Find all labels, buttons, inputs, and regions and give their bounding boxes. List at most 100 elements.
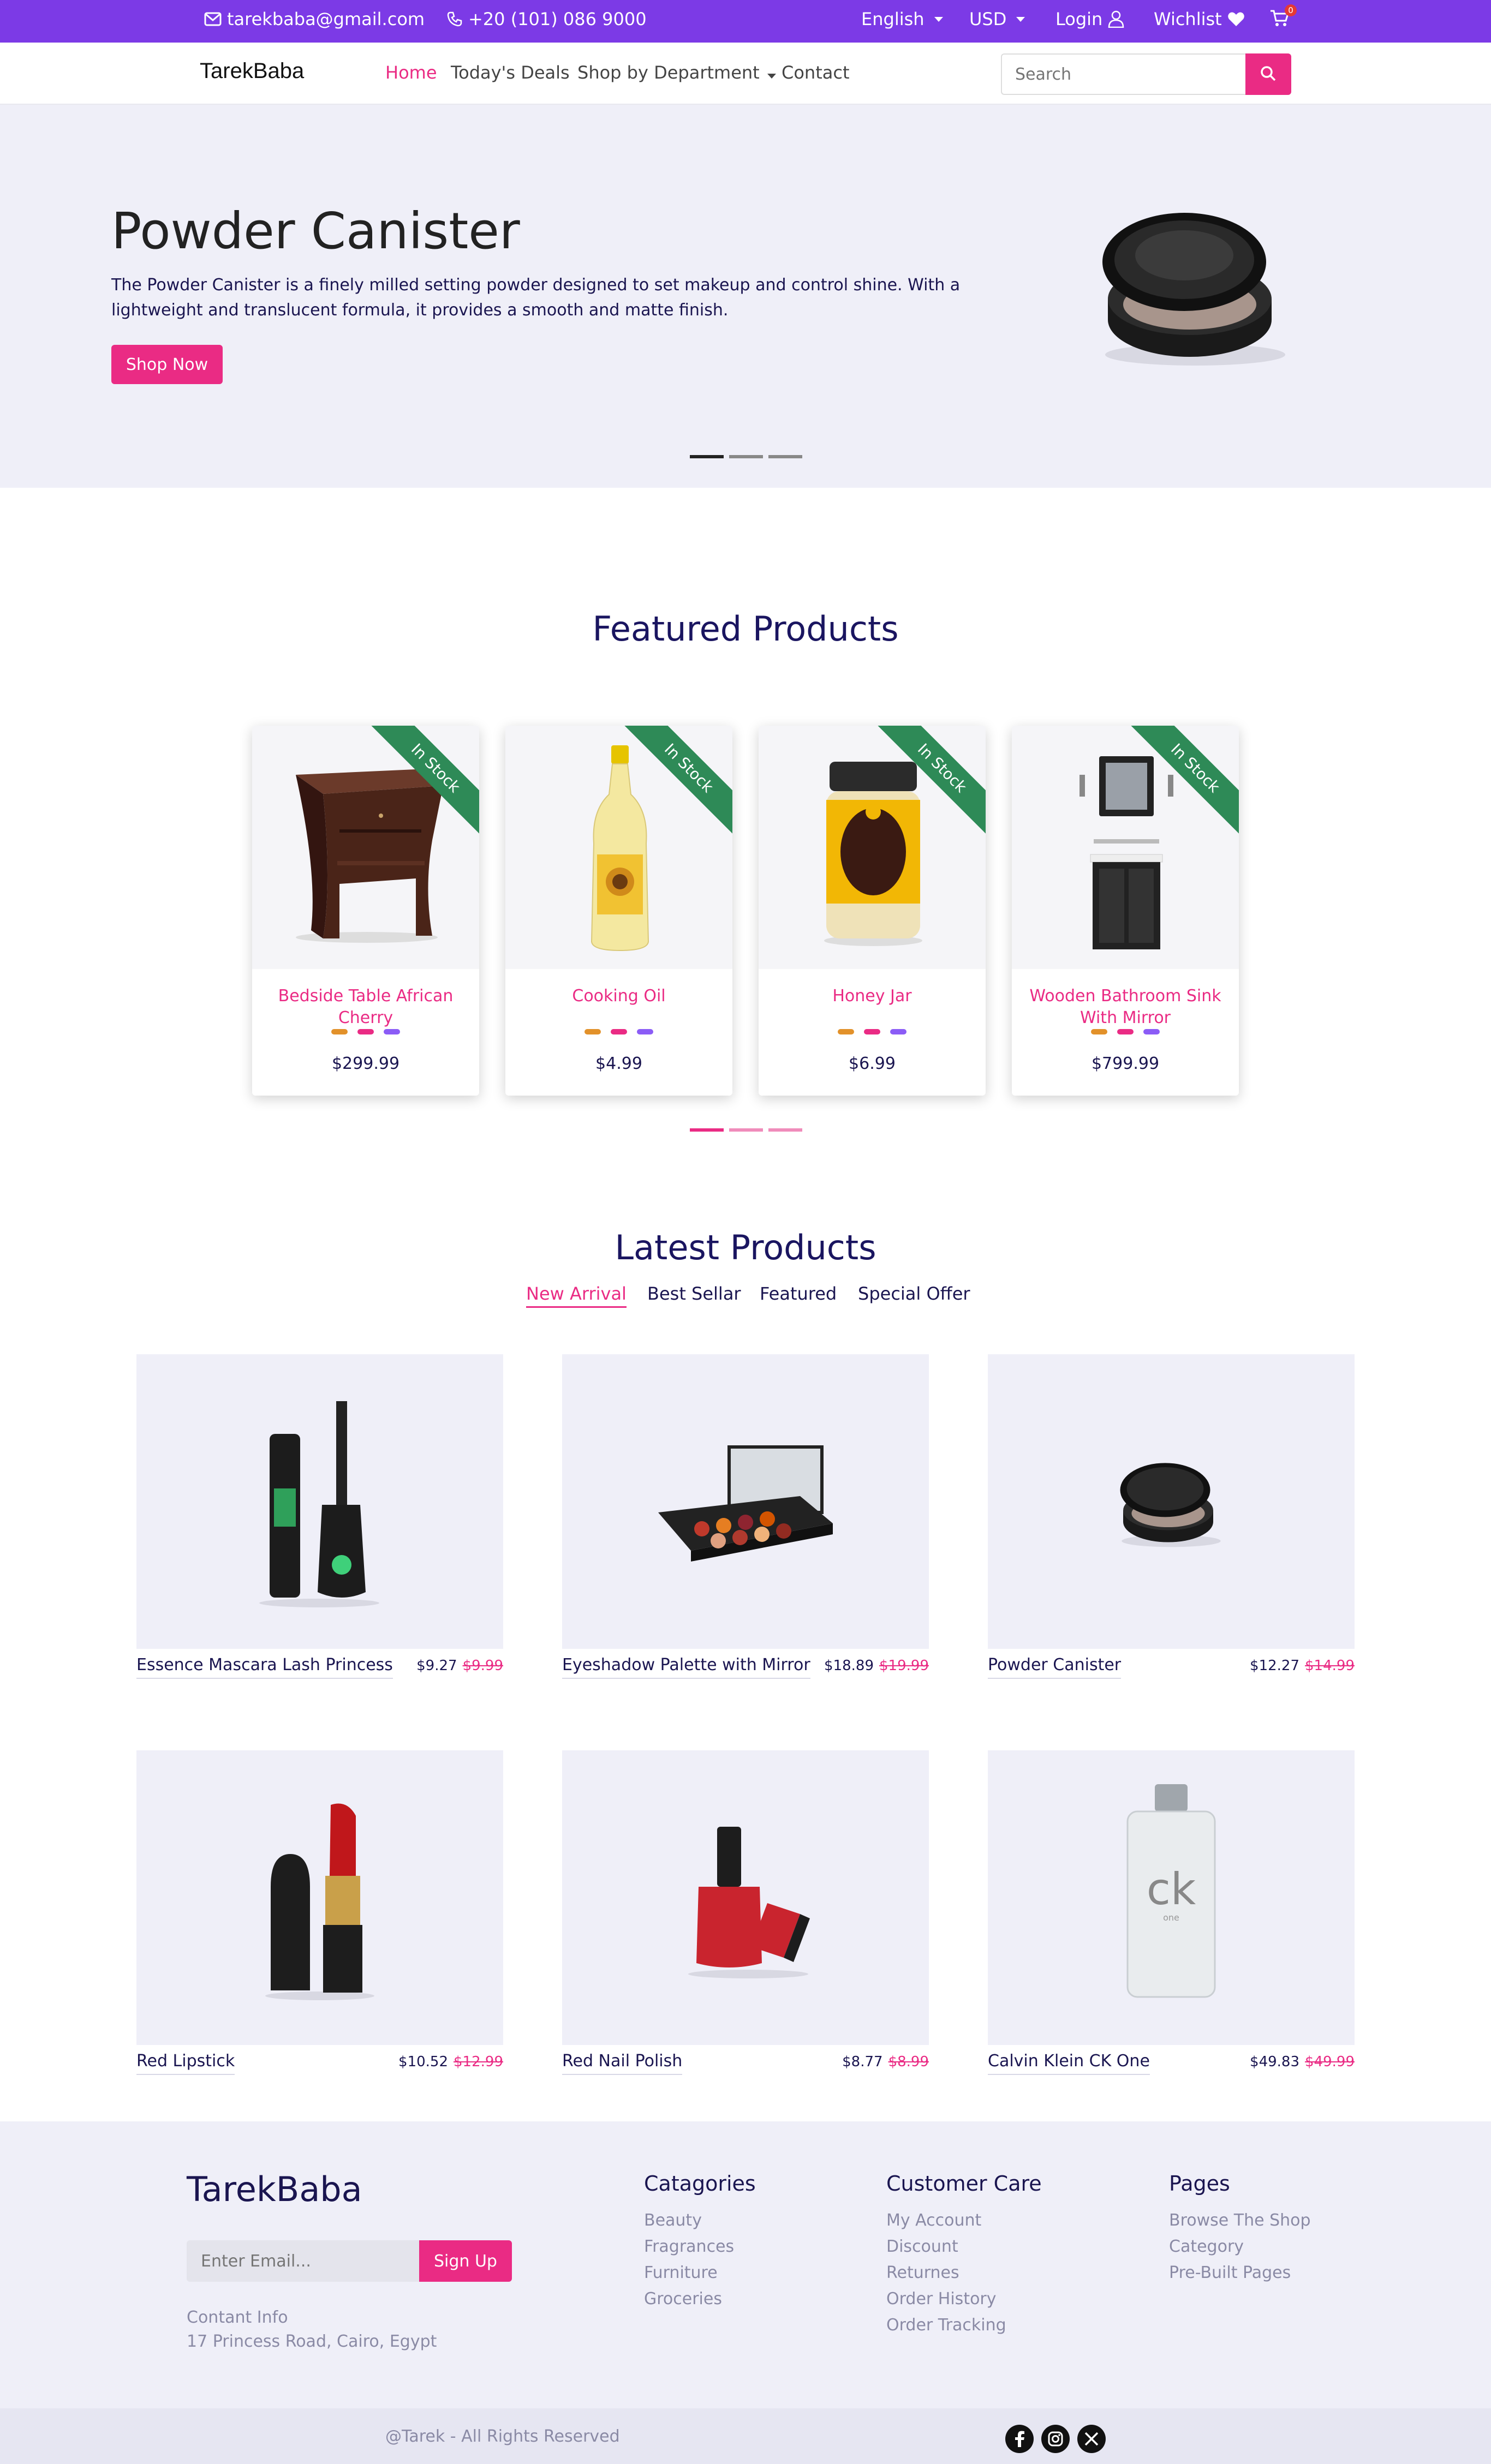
search-button[interactable] bbox=[1245, 53, 1291, 95]
footer-link[interactable]: Fragrances bbox=[644, 2234, 756, 2260]
footer-link[interactable]: Browse The Shop bbox=[1169, 2208, 1311, 2234]
product-name[interactable]: Red Lipstick bbox=[136, 2052, 235, 2075]
product-image-area bbox=[562, 1354, 929, 1649]
product-card[interactable]: Eyeshadow Palette with Mirror $18.89 $19.… bbox=[562, 1354, 929, 1682]
facebook-link[interactable] bbox=[1005, 2425, 1034, 2453]
x-link[interactable] bbox=[1077, 2425, 1106, 2453]
svg-text:one: one bbox=[1163, 1912, 1179, 1923]
search-input[interactable] bbox=[1002, 55, 1247, 94]
featured-card[interactable]: In Stock Bedside Table African Cherry $2… bbox=[252, 726, 479, 1096]
product-name[interactable]: Essence Mascara Lash Princess bbox=[136, 1655, 393, 1679]
honey-jar-image bbox=[824, 762, 922, 946]
x-icon bbox=[1084, 2432, 1099, 2446]
product-image-area: In Stock bbox=[1012, 726, 1239, 969]
phone-contact[interactable]: +20 (101) 086 9000 bbox=[446, 9, 647, 29]
tab-new-arrival[interactable]: New Arrival bbox=[526, 1283, 627, 1308]
product-name[interactable]: Eyeshadow Palette with Mirror bbox=[562, 1655, 810, 1679]
swatch-purple[interactable] bbox=[1143, 1029, 1160, 1034]
featured-indicator-1[interactable] bbox=[690, 1128, 724, 1132]
swatch-orange[interactable] bbox=[331, 1029, 348, 1034]
tab-featured[interactable]: Featured bbox=[760, 1283, 837, 1304]
product-name[interactable]: Cooking Oil bbox=[516, 985, 721, 1007]
currency-dropdown[interactable]: USD bbox=[969, 9, 1025, 29]
product-card[interactable]: Red Lipstick $10.52 $12.99 bbox=[136, 1750, 503, 2078]
cart-count-badge: 0 bbox=[1285, 4, 1297, 16]
nail-polish-image bbox=[688, 1827, 810, 1978]
nav-contact[interactable]: Contact bbox=[782, 62, 850, 83]
product-card[interactable]: Essence Mascara Lash Princess $9.27 $9.99 bbox=[136, 1354, 503, 1682]
footer-link[interactable]: Category bbox=[1169, 2234, 1311, 2260]
featured-card[interactable]: In Stock Honey Jar $6.99 bbox=[759, 726, 986, 1096]
product-card[interactable]: Powder Canister $12.27 $14.99 bbox=[988, 1354, 1355, 1682]
carousel-indicator-2[interactable] bbox=[729, 455, 763, 458]
facebook-icon bbox=[1015, 2431, 1024, 2447]
swatch-purple[interactable] bbox=[384, 1029, 400, 1034]
footer-link[interactable]: Beauty bbox=[644, 2208, 756, 2234]
featured-card[interactable]: In Stock Cooking Oil $4.99 bbox=[505, 726, 732, 1096]
newsletter-email-input[interactable] bbox=[187, 2240, 420, 2282]
footer-link[interactable]: Furniture bbox=[644, 2260, 756, 2286]
tab-best-sellar[interactable]: Best Sellar bbox=[647, 1283, 741, 1304]
brand-logo[interactable]: TarekBaba bbox=[200, 59, 304, 83]
product-price: $12.27 bbox=[1250, 1658, 1300, 1674]
product-name[interactable]: Red Nail Polish bbox=[562, 2052, 683, 2075]
email-contact[interactable]: tarekbaba@gmail.com bbox=[204, 9, 425, 29]
heart-icon bbox=[1227, 12, 1244, 26]
swatch-orange[interactable] bbox=[838, 1029, 854, 1034]
product-price: $4.99 bbox=[595, 1054, 642, 1073]
login-link[interactable]: Login bbox=[1055, 9, 1124, 29]
latest-title: Latest Products bbox=[615, 1228, 876, 1267]
carousel-indicator-1[interactable] bbox=[690, 455, 724, 458]
cooking-oil-image bbox=[591, 745, 649, 952]
mascara-image bbox=[259, 1401, 379, 1607]
swatch-orange[interactable] bbox=[585, 1029, 601, 1034]
featured-card[interactable]: In Stock Wooden Bathroom Sink With Mirro… bbox=[1012, 726, 1239, 1096]
product-price: $10.52 bbox=[398, 2054, 449, 2070]
swatch-pink[interactable] bbox=[611, 1029, 627, 1034]
product-name[interactable]: Wooden Bathroom Sink With Mirror bbox=[1023, 985, 1228, 1029]
wishlist-label: Wichlist bbox=[1154, 9, 1222, 29]
cart-button[interactable]: 0 bbox=[1269, 4, 1297, 27]
product-name[interactable]: Honey Jar bbox=[770, 985, 975, 1007]
footer-link[interactable]: Order History bbox=[886, 2286, 1042, 2312]
product-card[interactable]: ck one Calvin Klein CK One $49.83 $49.99 bbox=[988, 1750, 1355, 2078]
lipstick-image bbox=[265, 1803, 374, 2000]
swatch-purple[interactable] bbox=[890, 1029, 906, 1034]
product-name[interactable]: Powder Canister bbox=[988, 1655, 1122, 1679]
nav-todays-deals[interactable]: Today's Deals bbox=[451, 62, 570, 83]
swatch-pink[interactable] bbox=[357, 1029, 374, 1034]
footer-link[interactable]: Groceries bbox=[644, 2286, 756, 2312]
footer-link[interactable]: Returnes bbox=[886, 2260, 1042, 2286]
color-swatches bbox=[252, 1029, 479, 1036]
product-name[interactable]: Calvin Klein CK One bbox=[988, 2052, 1150, 2075]
swatch-pink[interactable] bbox=[1117, 1029, 1134, 1034]
swatch-purple[interactable] bbox=[637, 1029, 653, 1034]
instagram-link[interactable] bbox=[1041, 2425, 1070, 2453]
instagram-icon bbox=[1048, 2431, 1063, 2447]
featured-indicator-3[interactable] bbox=[768, 1128, 802, 1132]
search-box bbox=[1001, 53, 1291, 95]
product-name[interactable]: Bedside Table African Cherry bbox=[263, 985, 468, 1029]
carousel-indicator-3[interactable] bbox=[768, 455, 802, 458]
wishlist-link[interactable]: Wichlist bbox=[1154, 9, 1245, 29]
swatch-pink[interactable] bbox=[864, 1029, 880, 1034]
product-old-price: $12.99 bbox=[454, 2054, 503, 2070]
featured-indicator-2[interactable] bbox=[729, 1128, 763, 1132]
tab-special-offer[interactable]: Special Offer bbox=[858, 1283, 970, 1304]
shop-now-button[interactable]: Shop Now bbox=[111, 345, 223, 384]
sign-up-button[interactable]: Sign Up bbox=[419, 2240, 512, 2282]
product-old-price: $9.99 bbox=[462, 1658, 503, 1674]
nav-home[interactable]: Home bbox=[385, 62, 437, 83]
chevron-down-icon bbox=[767, 74, 776, 79]
product-card[interactable]: Red Nail Polish $8.77 $8.99 bbox=[562, 1750, 929, 2078]
footer-column-title: Catagories bbox=[644, 2172, 756, 2196]
footer-link[interactable]: Discount bbox=[886, 2234, 1042, 2260]
nav-shop-by-department[interactable]: Shop by Department bbox=[577, 62, 776, 83]
footer-link[interactable]: Order Tracking bbox=[886, 2312, 1042, 2339]
swatch-orange[interactable] bbox=[1091, 1029, 1107, 1034]
footer-link[interactable]: Pre-Built Pages bbox=[1169, 2260, 1311, 2286]
color-swatches bbox=[759, 1029, 986, 1036]
product-image-area bbox=[136, 1354, 503, 1649]
footer-link[interactable]: My Account bbox=[886, 2208, 1042, 2234]
language-dropdown[interactable]: English bbox=[861, 9, 943, 29]
